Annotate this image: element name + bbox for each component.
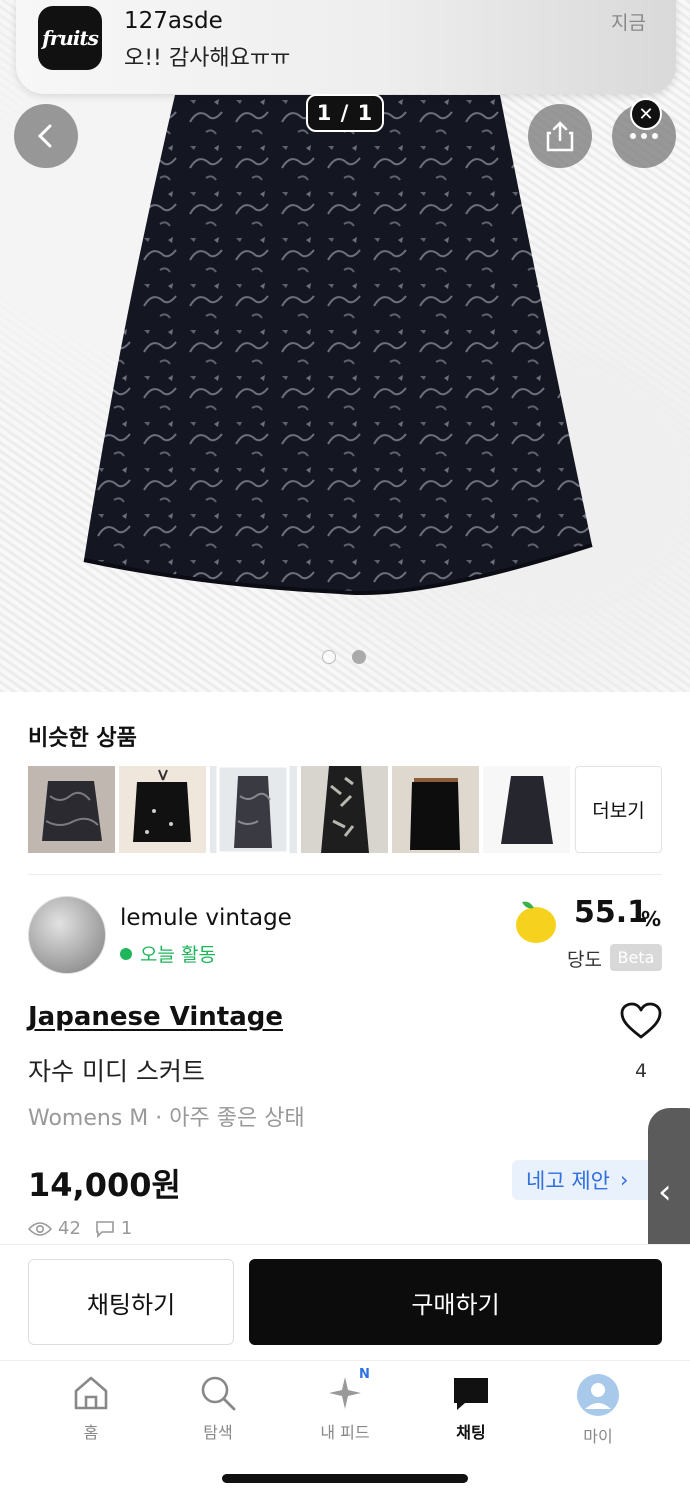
product-name: 자수 미디 스커트 (28, 1057, 205, 1086)
similar-product-thumb[interactable] (28, 766, 115, 853)
view-count: 42 (58, 1218, 81, 1239)
close-icon[interactable]: ✕ (630, 98, 662, 130)
pagination-dot (352, 650, 366, 664)
share-button[interactable] (528, 104, 592, 168)
search-icon (201, 1376, 236, 1411)
similar-product-thumb[interactable] (210, 766, 297, 853)
tab-explore[interactable]: 탐색 (168, 1373, 268, 1443)
similar-product-thumb[interactable] (392, 766, 479, 853)
similar-product-thumb[interactable] (301, 766, 388, 853)
eye-icon (28, 1221, 52, 1236)
tab-label: 탐색 (203, 1423, 233, 1442)
seller-activity-status: 오늘 활동 (120, 940, 216, 967)
tab-chat[interactable]: 채팅 (421, 1373, 521, 1443)
similar-products-list (28, 766, 570, 853)
profile-icon (577, 1374, 619, 1416)
sparkle-icon-wrap: N (325, 1367, 370, 1413)
tab-label: 홈 (83, 1423, 99, 1442)
similar-product-thumb[interactable] (119, 766, 206, 853)
similar-products-title: 비슷한 상품 (28, 726, 137, 751)
fruits-app-icon: fruits (38, 6, 102, 70)
offer-label: 네고 제안 (526, 1169, 610, 1193)
tab-my[interactable]: 마이 (548, 1373, 648, 1447)
product-brand[interactable]: Japanese Vintage (28, 1002, 283, 1032)
like-count: 4 (634, 1060, 648, 1082)
home-indicator (222, 1474, 468, 1483)
chevron-left-icon (37, 124, 52, 148)
price-offer-button[interactable]: 네고 제안 › (512, 1160, 662, 1200)
product-detail-screen: fruits 127asde 오!! 감사해요ㅠㅠ 지금 1 / 1 ✕ 비슷한… (0, 0, 690, 1500)
skirt-thumbnail (119, 766, 206, 853)
photo-pagination (322, 650, 366, 664)
tab-home[interactable]: 홈 (41, 1373, 141, 1443)
chat-icon (454, 1378, 488, 1410)
push-notification[interactable]: fruits 127asde 오!! 감사해요ㅠㅠ 지금 (16, 0, 676, 94)
seller-avatar[interactable] (28, 896, 106, 974)
notification-time: 지금 (611, 12, 646, 34)
pagination-dot (322, 650, 336, 664)
home-icon (74, 1376, 108, 1410)
seller-score-unit: % (641, 907, 662, 931)
photo-counter: 1 / 1 (306, 94, 384, 132)
share-icon (546, 121, 574, 152)
buy-button[interactable]: 구매하기 (249, 1259, 662, 1345)
chat-button[interactable]: 채팅하기 (28, 1259, 234, 1345)
seller-name[interactable]: lemule vintage (120, 905, 292, 931)
notification-title: 127asde (124, 8, 223, 34)
heart-icon[interactable] (620, 1002, 662, 1040)
divider (28, 874, 662, 875)
online-dot-icon (120, 947, 132, 960)
chevron-left-icon: ‹ (658, 1172, 672, 1212)
chat-bubble-icon (96, 1220, 114, 1238)
score-label: 당도 (567, 949, 602, 971)
tab-label: 마이 (583, 1427, 613, 1446)
beta-badge: Beta (610, 944, 662, 971)
new-badge: N (359, 1367, 370, 1382)
back-button[interactable] (14, 104, 78, 168)
tab-label: 채팅 (456, 1423, 486, 1442)
apple-icon (516, 901, 556, 943)
notification-body: 오!! 감사해요ㅠㅠ (124, 46, 291, 71)
skirt-thumbnail (210, 766, 297, 853)
product-meta: Womens M · 아주 좋은 상태 (28, 1106, 305, 1131)
skirt-thumbnail (301, 766, 388, 853)
chat-count: 1 (120, 1218, 133, 1239)
seller-score: 55.1 (574, 895, 649, 930)
tab-feed[interactable]: N 내 피드 (295, 1367, 395, 1443)
skirt-thumbnail (28, 766, 115, 853)
tab-label: 내 피드 (320, 1423, 370, 1442)
product-price: 14,000원 (28, 1166, 181, 1204)
product-stats: 42 1 (28, 1218, 132, 1239)
similar-product-thumb[interactable] (483, 766, 570, 853)
action-bar: 채팅하기 구매하기 (0, 1244, 690, 1360)
activity-label: 오늘 활동 (140, 944, 216, 966)
see-more-button[interactable]: 더보기 (575, 766, 662, 853)
more-dots-icon (630, 133, 658, 139)
skirt-thumbnail (392, 766, 479, 853)
skirt-thumbnail (483, 766, 570, 853)
chevron-right-icon: › (619, 1168, 629, 1192)
